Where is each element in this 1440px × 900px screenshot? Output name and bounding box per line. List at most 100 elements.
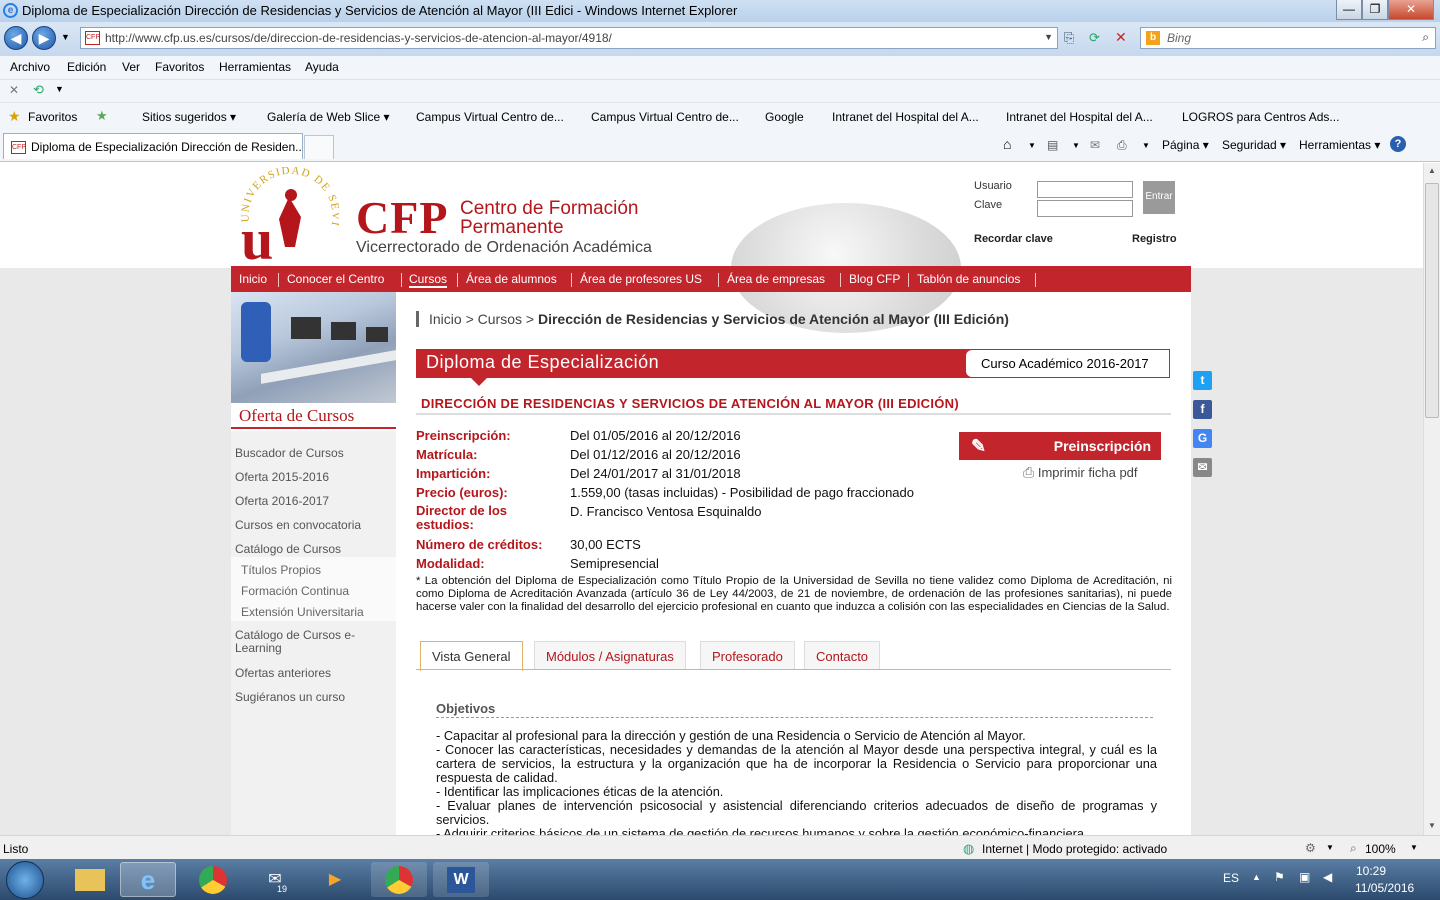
compat-view-icon[interactable]: ⎘: [1064, 30, 1074, 46]
add-favorite-icon[interactable]: ★: [96, 108, 108, 124]
favorites-button[interactable]: Favoritos: [28, 110, 77, 124]
sidebar-sub-formacion-continua[interactable]: Formación Continua: [241, 584, 349, 598]
nav-blog-cfp[interactable]: Blog CFP: [849, 272, 900, 286]
fav-sitios-sugeridos[interactable]: Sitios sugeridos ▾: [142, 110, 236, 124]
sidebar-sub-titulos-propios[interactable]: Títulos Propios: [241, 563, 321, 577]
ie-taskbar-icon[interactable]: e: [120, 862, 176, 897]
convert-icon[interactable]: ⟲: [33, 82, 44, 98]
start-button[interactable]: [6, 861, 44, 899]
fav-logros[interactable]: LOGROS para Centros Ads...: [1182, 110, 1339, 124]
menu-herramientas[interactable]: Herramientas: [219, 60, 291, 74]
active-tab[interactable]: CFP Diploma de Especialización Dirección…: [3, 133, 303, 159]
nav-area-profesores[interactable]: Área de profesores US: [580, 272, 702, 286]
clock-date[interactable]: 11/05/2016: [1355, 881, 1414, 895]
tool-herramientas[interactable]: Herramientas ▾: [1299, 138, 1380, 152]
tab-vista-general[interactable]: Vista General: [420, 641, 523, 671]
menu-ayuda[interactable]: Ayuda: [305, 60, 339, 74]
print-dropdown-icon[interactable]: ▼: [1142, 141, 1150, 150]
menu-ver[interactable]: Ver: [122, 60, 140, 74]
menu-edicion[interactable]: Edición: [67, 60, 106, 74]
tab-contacto[interactable]: Contacto: [804, 641, 881, 670]
mail-taskbar-icon[interactable]: ✉ 19: [247, 862, 303, 897]
history-dropdown-icon[interactable]: ▼: [61, 32, 70, 42]
sidebar-item-oferta-2015[interactable]: Oferta 2015-2016: [235, 470, 329, 484]
sidebar-item-convocatoria[interactable]: Cursos en convocatoria: [235, 518, 361, 532]
feeds-icon[interactable]: ▤: [1047, 138, 1058, 152]
fav-intranet-2[interactable]: Intranet del Hospital del A...: [1006, 110, 1153, 124]
print-pdf-link[interactable]: ⎙ Imprimir ficha pdf: [1023, 464, 1138, 481]
nav-area-alumnos[interactable]: Área de alumnos: [466, 272, 557, 286]
chrome2-taskbar-icon[interactable]: [371, 862, 427, 897]
mail-icon[interactable]: ✉: [1090, 138, 1100, 152]
fav-galeria-web-slice[interactable]: Galería de Web Slice ▾: [267, 110, 390, 124]
refresh-icon[interactable]: ⟳: [1089, 30, 1100, 46]
zoom-dropdown-icon[interactable]: ▼: [1410, 843, 1418, 852]
menu-archivo[interactable]: Archivo: [10, 60, 50, 74]
clave-input[interactable]: [1037, 200, 1133, 217]
recordar-clave-link[interactable]: Recordar clave: [974, 233, 1053, 245]
nav-conocer-centro[interactable]: Conocer el Centro: [287, 272, 384, 286]
tool-pagina[interactable]: Página ▾: [1162, 138, 1209, 152]
new-tab-button[interactable]: [304, 135, 334, 159]
chrome-taskbar-icon[interactable]: [185, 862, 241, 897]
fav-intranet-1[interactable]: Intranet del Hospital del A...: [832, 110, 979, 124]
word-taskbar-icon[interactable]: W: [433, 862, 489, 897]
facebook-share-icon[interactable]: f: [1193, 400, 1212, 419]
nav-cursos[interactable]: Cursos: [409, 272, 448, 288]
google-share-icon[interactable]: G: [1193, 429, 1212, 448]
nav-area-empresas[interactable]: Área de empresas: [727, 272, 825, 286]
sidebar-item-ofertas-anteriores[interactable]: Ofertas anteriores: [235, 666, 331, 680]
back-button[interactable]: ◀: [4, 26, 28, 50]
network-tray-icon[interactable]: ▣: [1299, 870, 1310, 884]
flag-tray-icon[interactable]: ⚑: [1274, 870, 1285, 884]
url-dropdown-icon[interactable]: ▼: [1044, 32, 1053, 42]
print-toolbar-icon[interactable]: ⎙: [1117, 138, 1127, 153]
volume-tray-icon[interactable]: ◀: [1323, 870, 1332, 884]
email-share-icon[interactable]: ✉: [1193, 458, 1212, 477]
security-zone[interactable]: Internet | Modo protegido: activado: [982, 842, 1167, 856]
nav-tablon-anuncios[interactable]: Tablón de anuncios: [917, 272, 1020, 286]
minimize-button[interactable]: —: [1336, 0, 1362, 20]
url-input[interactable]: CFP http://www.cfp.us.es/cursos/de/direc…: [80, 27, 1058, 49]
sidebar-sub-extension[interactable]: Extensión Universitaria: [241, 605, 364, 619]
tray-arrow-icon[interactable]: ▲: [1252, 872, 1261, 882]
tab-profesorado[interactable]: Profesorado: [700, 641, 795, 670]
scrollbar-thumb[interactable]: [1425, 183, 1439, 418]
scroll-down-icon[interactable]: ▼: [1428, 821, 1436, 830]
close-toolbar-icon[interactable]: ✕: [9, 83, 19, 97]
restore-button[interactable]: ❐: [1362, 0, 1388, 20]
sidebar-item-elearning[interactable]: Catálogo de Cursos e-Learning: [235, 629, 375, 655]
entrar-button[interactable]: Entrar: [1143, 181, 1175, 214]
search-input[interactable]: b Bing ⌕: [1140, 27, 1436, 49]
close-window-button[interactable]: ✕: [1388, 0, 1434, 20]
breadcrumb-inicio[interactable]: Inicio: [429, 311, 462, 327]
feeds-dropdown-icon[interactable]: ▼: [1072, 141, 1080, 150]
zoom-level[interactable]: 100%: [1365, 842, 1396, 856]
vertical-scrollbar[interactable]: ▲ ▼: [1423, 163, 1440, 835]
usuario-input[interactable]: [1037, 181, 1133, 198]
search-icon[interactable]: ⌕: [1422, 30, 1429, 45]
tool-seguridad[interactable]: Seguridad ▾: [1222, 138, 1286, 152]
scroll-up-icon[interactable]: ▲: [1428, 166, 1436, 175]
sidebar-item-oferta-2016[interactable]: Oferta 2016-2017: [235, 494, 329, 508]
twitter-share-icon[interactable]: t: [1193, 371, 1212, 390]
registro-link[interactable]: Registro: [1132, 233, 1177, 245]
fav-google[interactable]: Google: [765, 110, 804, 124]
home-dropdown-icon[interactable]: ▼: [1028, 141, 1036, 150]
home-icon[interactable]: ⌂: [1003, 136, 1011, 152]
fav-campus-virtual-2[interactable]: Campus Virtual Centro de...: [591, 110, 739, 124]
preinscripcion-button[interactable]: ✎ Preinscripción: [959, 432, 1161, 460]
language-indicator[interactable]: ES: [1223, 871, 1239, 885]
menu-favoritos[interactable]: Favoritos: [155, 60, 204, 74]
protected-dropdown-icon[interactable]: ▼: [1326, 843, 1334, 852]
sidebar-item-buscador[interactable]: Buscador de Cursos: [235, 446, 344, 460]
forward-button[interactable]: ▶: [32, 26, 56, 50]
media-taskbar-icon[interactable]: ▶: [307, 862, 363, 897]
clock-time[interactable]: 10:29: [1356, 864, 1386, 878]
nav-inicio[interactable]: Inicio: [239, 272, 267, 286]
stop-icon[interactable]: ✕: [1115, 29, 1127, 46]
convert-dropdown-icon[interactable]: ▼: [55, 84, 64, 94]
fav-campus-virtual-1[interactable]: Campus Virtual Centro de...: [416, 110, 564, 124]
sidebar-item-sugieranos[interactable]: Sugiéranos un curso: [235, 690, 345, 704]
breadcrumb-cursos[interactable]: Cursos: [478, 311, 522, 327]
